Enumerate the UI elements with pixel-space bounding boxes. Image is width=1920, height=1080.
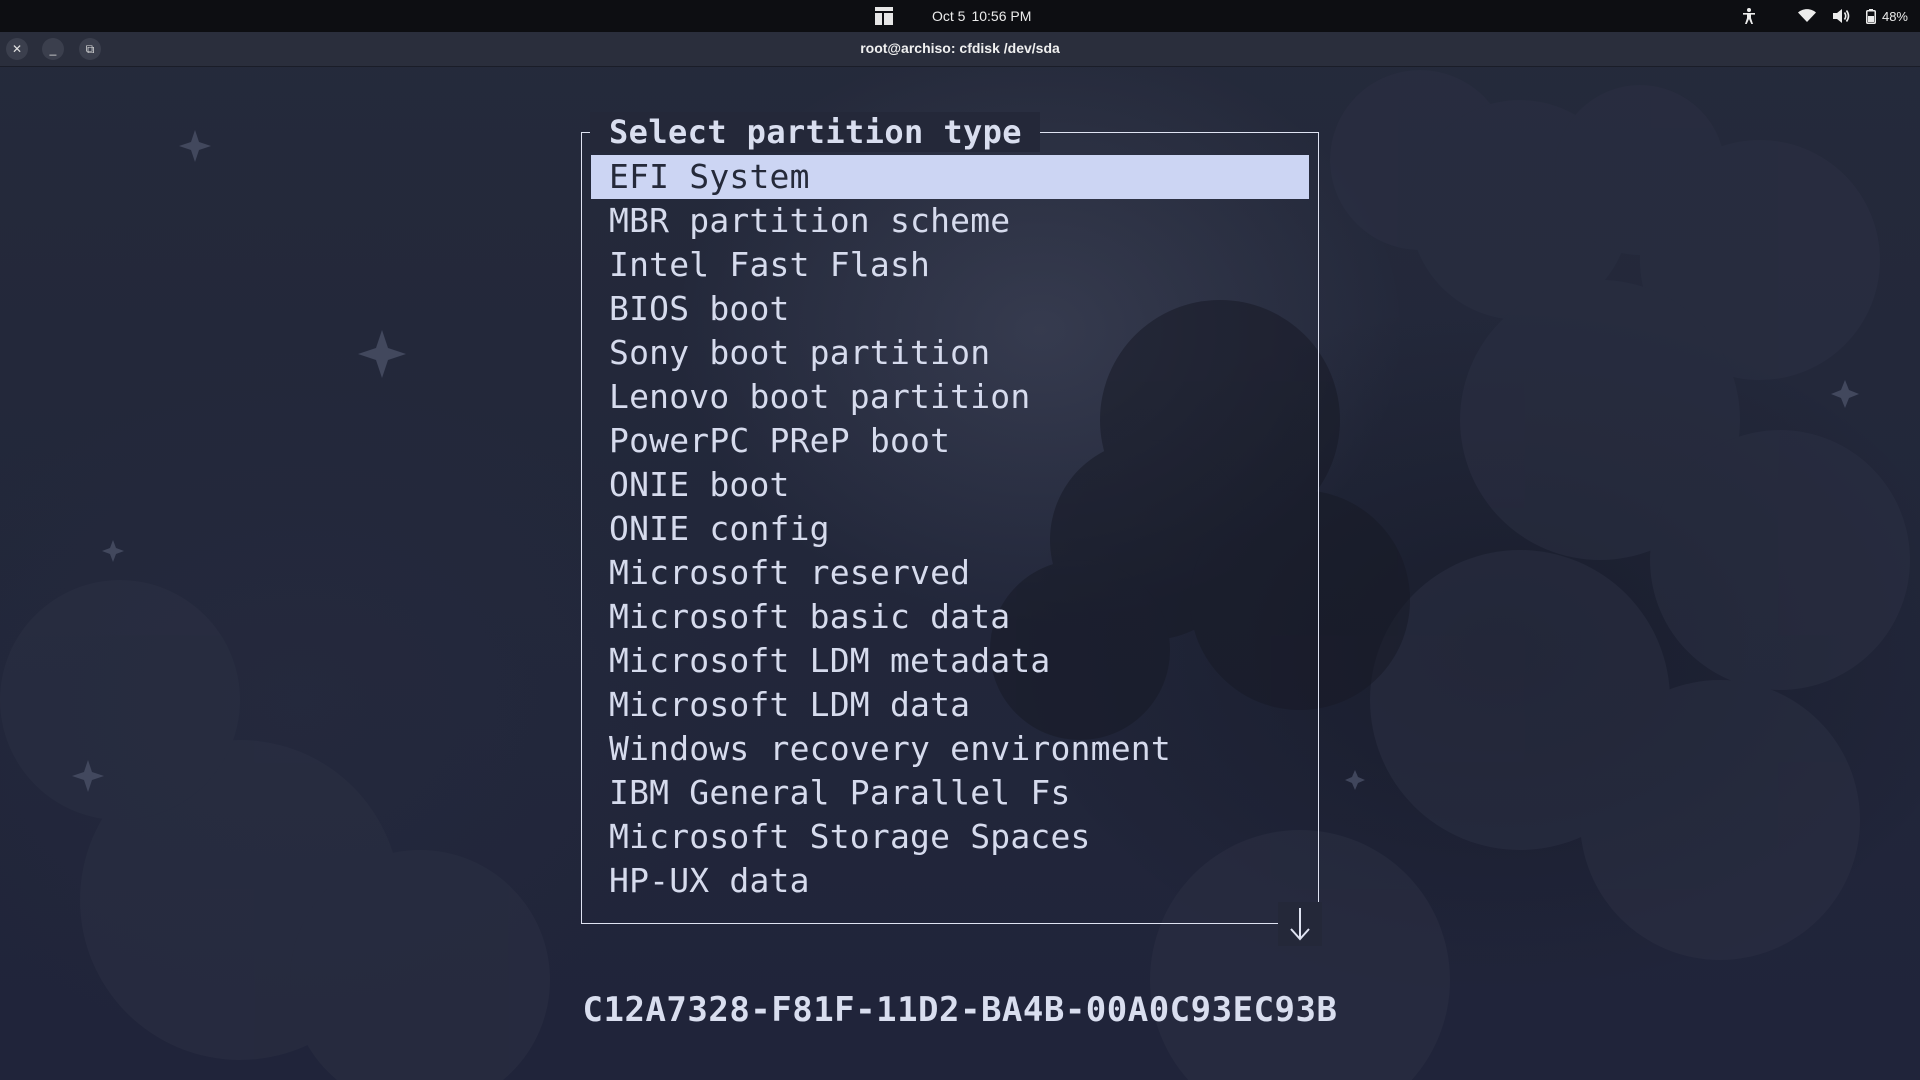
list-item[interactable]: IBM General Parallel Fs — [591, 771, 1309, 815]
list-item[interactable]: Windows recovery environment — [591, 727, 1309, 771]
list-item[interactable]: Lenovo boot partition — [591, 375, 1309, 419]
wifi-icon[interactable] — [1797, 7, 1816, 25]
window-title: root@archiso: cfdisk /dev/sda — [860, 40, 1060, 56]
activities-icon[interactable] — [875, 7, 893, 25]
desktop-screen: Oct 5 10:56 PM 48% ✕ _ ⧉ root@archiso: c… — [0, 0, 1920, 1080]
partition-type-guid: C12A7328-F81F-11D2-BA4B-00A0C93EC93B — [582, 990, 1338, 1030]
system-tray[interactable]: 48% — [1742, 7, 1908, 25]
battery-percent: 48% — [1881, 8, 1908, 24]
list-item[interactable]: Microsoft reserved — [591, 551, 1309, 595]
volume-icon[interactable] — [1832, 7, 1850, 25]
list-item[interactable]: ONIE config — [591, 507, 1309, 551]
clock[interactable]: Oct 5 10:56 PM — [932, 8, 1037, 24]
top-panel: Oct 5 10:56 PM 48% — [0, 0, 1920, 32]
list-item[interactable]: PowerPC PReP boot — [591, 419, 1309, 463]
list-item[interactable]: ONIE boot — [591, 463, 1309, 507]
clock-time: 10:56 PM — [971, 8, 1032, 24]
window-titlebar[interactable]: ✕ _ ⧉ root@archiso: cfdisk /dev/sda — [0, 32, 1920, 67]
arrow-down-icon — [1278, 902, 1322, 946]
battery-icon[interactable] — [1865, 7, 1876, 25]
list-item-selected[interactable]: EFI System — [591, 155, 1309, 199]
list-item[interactable]: Microsoft basic data — [591, 595, 1309, 639]
dialog-title: Select partition type — [590, 112, 1040, 152]
list-item[interactable]: HP-UX data — [591, 859, 1309, 903]
accessibility-icon[interactable] — [1742, 7, 1756, 25]
list-item[interactable]: Intel Fast Flash — [591, 243, 1309, 287]
list-item[interactable]: Microsoft Storage Spaces — [591, 815, 1309, 859]
partition-type-dialog: Select partition type EFI System MBR part… — [581, 112, 1322, 946]
list-item[interactable]: Sony boot partition — [591, 331, 1309, 375]
list-item[interactable]: BIOS boot — [591, 287, 1309, 331]
clock-date: Oct 5 — [932, 8, 966, 24]
list-item[interactable]: MBR partition scheme — [591, 199, 1309, 243]
list-item[interactable]: Microsoft LDM data — [591, 683, 1309, 727]
list-item[interactable]: Microsoft LDM metadata — [591, 639, 1309, 683]
partition-type-list[interactable]: EFI System MBR partition scheme Intel Fast… — [591, 155, 1309, 903]
